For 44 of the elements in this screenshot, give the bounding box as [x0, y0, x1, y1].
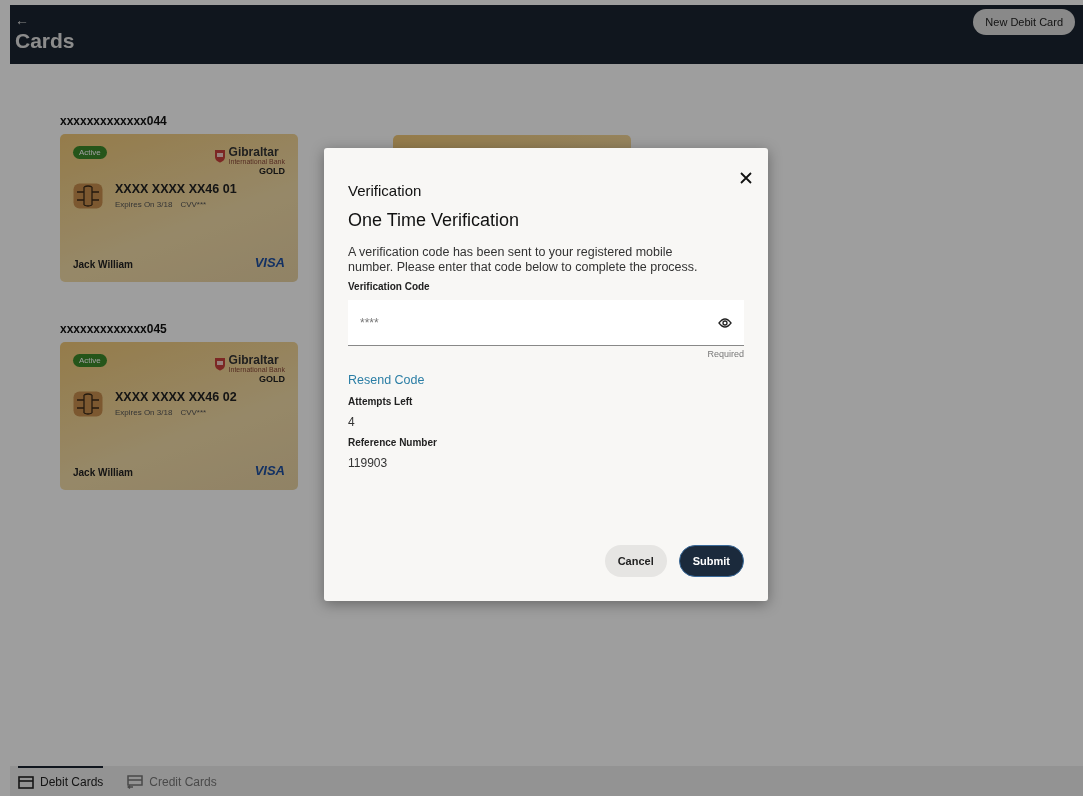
expiry-date: Expires On 3/18: [115, 200, 173, 209]
dialog-heading: One Time Verification: [348, 210, 521, 231]
required-hint: Required: [706, 349, 744, 359]
card-icon: [18, 775, 34, 789]
dialog-message: A verification code has been sent to your registered mobile number. Please enter that code below to complete the process.: [348, 245, 699, 275]
verification-code-field[interactable]: ****: [348, 300, 744, 346]
card-number: XXXX XXXX XX46 01: [115, 182, 237, 196]
submit-button[interactable]: Submit: [678, 545, 744, 577]
detail-value: 119903: [348, 456, 389, 470]
cvv-text: CVV***: [180, 408, 207, 417]
detail-label: Reference Number: [348, 437, 438, 448]
card-number-label: xxxxxxxxxxxxx045: [60, 322, 168, 336]
tier-label: GOLD: [258, 166, 285, 176]
cards-tab[interactable]: Credit Cards: [127, 766, 217, 796]
field-label: Verification Code: [348, 281, 431, 292]
bank-name: Gibraltar: [228, 146, 280, 158]
cards-tab[interactable]: Debit Cards: [18, 766, 104, 796]
cardholder-name: Jack William: [73, 259, 133, 270]
card-number: XXXX XXXX XX46 02: [115, 390, 237, 404]
status-badge: Active: [73, 354, 107, 367]
dialog-title: Verification: [348, 182, 423, 199]
close-icon[interactable]: [740, 172, 752, 184]
detail-value: 4: [348, 415, 356, 429]
bank-name: Gibraltar: [228, 354, 280, 366]
eye-icon[interactable]: [718, 318, 732, 328]
resend-code-link[interactable]: Resend Code: [348, 373, 425, 387]
card-number-label: xxxxxxxxxxxxx044: [60, 114, 168, 128]
detail-label: Attempts Left: [348, 396, 414, 407]
cvv-text: CVV***: [180, 200, 207, 209]
chip-icon: [73, 390, 103, 417]
chip-icon: [73, 182, 103, 209]
card-network-logo: VISA: [254, 463, 285, 478]
card-transfer-icon: [127, 775, 144, 789]
shield-icon: [213, 356, 226, 371]
tier-label: GOLD: [258, 374, 285, 384]
card-network-logo: VISA: [254, 255, 285, 270]
page-title: Cards: [15, 29, 76, 53]
status-badge: Active: [73, 146, 107, 159]
back-arrow[interactable]: ←: [15, 12, 29, 28]
shield-icon: [213, 148, 226, 163]
cardholder-name: Jack William: [73, 467, 133, 478]
cancel-button[interactable]: Cancel: [604, 545, 667, 577]
expiry-date: Expires On 3/18: [115, 408, 173, 417]
new-debit-card-button[interactable]: New Debit Card: [973, 9, 1075, 35]
